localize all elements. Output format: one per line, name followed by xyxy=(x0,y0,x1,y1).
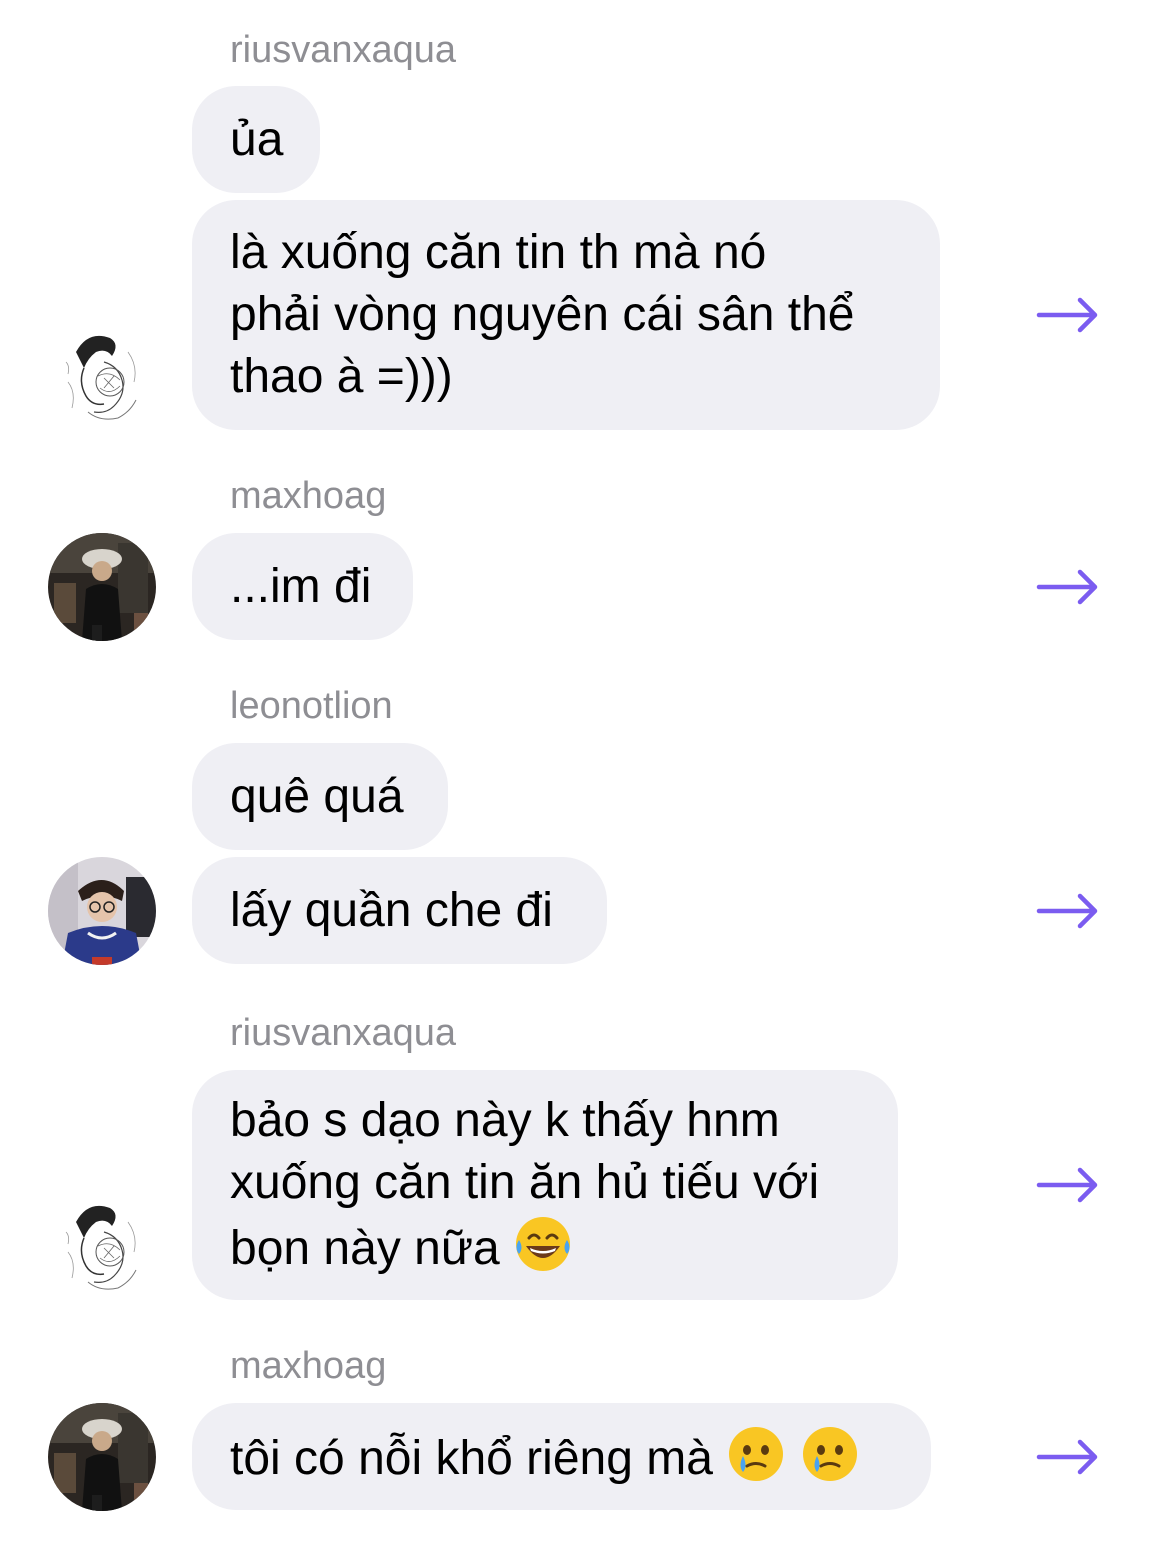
sketch-avatar-image xyxy=(48,322,156,430)
message-bubble[interactable]: ủa xyxy=(192,86,320,193)
tears-of-joy-emoji xyxy=(516,1217,571,1271)
photo-avatar-hat-image xyxy=(48,1403,156,1511)
message-text: ủa xyxy=(230,112,284,166)
forward-arrow-icon[interactable] xyxy=(1036,891,1100,931)
sketch-avatar-image xyxy=(48,1192,156,1300)
avatar[interactable] xyxy=(48,1403,156,1511)
holding-back-tears-emoji xyxy=(802,1426,857,1481)
message-bubble[interactable]: quê quá xyxy=(192,743,448,850)
message-bubble[interactable]: bảo s dạo này k thấy hnm xuống căn tin ă… xyxy=(192,1070,898,1300)
message-text: lấy quần che đi xyxy=(230,883,553,937)
message-text: ...im đi xyxy=(230,559,372,613)
avatar[interactable] xyxy=(48,533,156,641)
sender-name: riusvanxaqua xyxy=(230,1012,457,1054)
sender-name: maxhoag xyxy=(230,1345,387,1387)
message-bubble[interactable]: là xuống căn tin th mà nó phải vòng nguy… xyxy=(192,200,940,430)
forward-arrow-icon[interactable] xyxy=(1036,1437,1100,1477)
photo-avatar-hat-image xyxy=(48,533,156,641)
sender-name: riusvanxaqua xyxy=(230,29,457,71)
message-text: tôi có nỗi khổ riêng mà xyxy=(230,1424,860,1490)
photo-avatar-glasses-image xyxy=(48,857,156,965)
holding-back-tears-emoji xyxy=(729,1426,784,1481)
message-bubble[interactable]: tôi có nỗi khổ riêng mà xyxy=(192,1403,931,1510)
avatar[interactable] xyxy=(48,857,156,965)
message-text: quê quá xyxy=(230,769,404,823)
forward-arrow-icon[interactable] xyxy=(1036,295,1100,335)
message-text: bảo s dạo này k thấy hnm xuống căn tin ă… xyxy=(230,1094,820,1275)
message-bubble[interactable]: lấy quần che đi xyxy=(192,857,607,964)
message-bubble[interactable]: ...im đi xyxy=(192,533,413,640)
avatar[interactable] xyxy=(48,1192,156,1300)
forward-arrow-icon[interactable] xyxy=(1036,1165,1100,1205)
avatar[interactable] xyxy=(48,322,156,430)
message-text: là xuống căn tin th mà nó phải vòng nguy… xyxy=(230,226,855,403)
forward-arrow-icon[interactable] xyxy=(1036,567,1100,607)
sender-name: leonotlion xyxy=(230,685,393,727)
sender-name: maxhoag xyxy=(230,475,387,517)
